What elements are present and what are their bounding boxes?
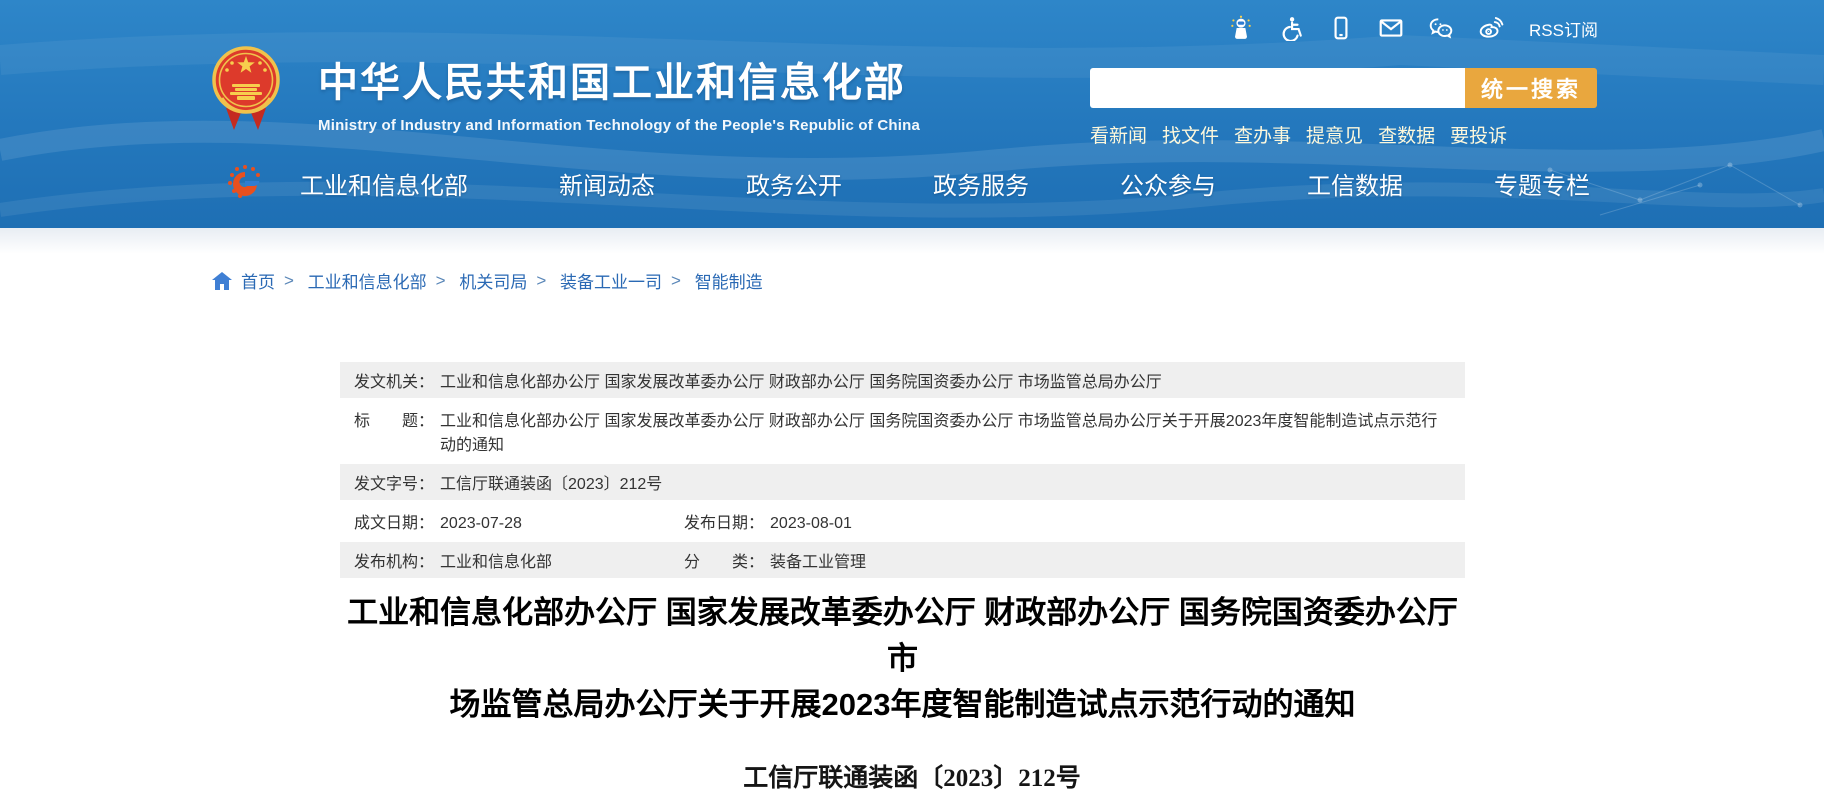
breadcrumb-separator: > bbox=[536, 271, 546, 291]
breadcrumb-separator: > bbox=[436, 271, 446, 291]
nav-item[interactable]: 政务服务 bbox=[933, 166, 1029, 201]
breadcrumb-separator: > bbox=[284, 271, 294, 291]
breadcrumb-item: 智能制造> bbox=[695, 268, 763, 293]
nav-item[interactable]: 公众参与 bbox=[1120, 166, 1216, 201]
meta-label: 发文机关： bbox=[354, 368, 434, 392]
nav-items: 工业和信息化部 新闻动态 政务公开 政务服务 公众参与 工信数据 专题专栏 bbox=[300, 166, 1590, 201]
nav-item[interactable]: 新闻动态 bbox=[559, 166, 655, 201]
article-title: 工业和信息化部办公厅 国家发展改革委办公厅 财政部办公厅 国务院国资委办公厅 市… bbox=[340, 590, 1465, 728]
home-icon[interactable] bbox=[212, 272, 232, 290]
document-number: 工信厅联通装函〔2023〕212号 bbox=[0, 758, 1824, 794]
doc-meta-cell: 成文日期： 2023-07-28 bbox=[354, 509, 684, 533]
doc-meta-row: 标 题：工业和信息化部办公厅 国家发展改革委办公厅 财政部办公厅 国务院国资委办… bbox=[340, 401, 1465, 461]
national-emblem bbox=[212, 46, 280, 132]
nav-item[interactable]: 政务公开 bbox=[746, 166, 842, 201]
breadcrumb-item: 装备工业一司 > bbox=[560, 268, 690, 293]
meta-value: 2023-07-28 bbox=[440, 515, 522, 533]
breadcrumb-link[interactable]: 机关司局 bbox=[459, 268, 527, 293]
doc-meta-cell: 标 题：工业和信息化部办公厅 国家发展改革委办公厅 财政部办公厅 国务院国资委办… bbox=[354, 407, 1451, 455]
breadcrumb-link[interactable]: 智能制造 bbox=[695, 268, 763, 293]
masthead: 中华人民共和国工业和信息化部 Ministry of Industry and … bbox=[318, 50, 920, 134]
search-bar: 统一搜索 bbox=[1090, 68, 1597, 108]
breadcrumb-items: 首页 > 工业和信息化部 > 机关司局 > 装备工业一司 > 智能制造> bbox=[241, 268, 763, 293]
meta-value: 工业和信息化部办公厅 国家发展改革委办公厅 财政部办公厅 国务院国资委办公厅 市… bbox=[440, 407, 1451, 455]
doc-meta-table: 发文机关：工业和信息化部办公厅 国家发展改革委办公厅 财政部办公厅 国务院国资委… bbox=[340, 362, 1465, 581]
nav-item[interactable]: 专题专栏 bbox=[1494, 166, 1590, 201]
meta-value: 工信厅联通装函〔2023〕212号 bbox=[440, 470, 662, 494]
doc-meta-cell: 发文字号：工信厅联通装函〔2023〕212号 bbox=[354, 470, 1451, 494]
mascot-icon[interactable] bbox=[1227, 14, 1255, 42]
meta-value: 2023-08-01 bbox=[770, 515, 852, 533]
doc-meta-cell: 发布日期： 2023-08-01 bbox=[684, 509, 1451, 533]
meta-label: 分 类： bbox=[684, 548, 764, 572]
quick-links: 看新闻 找文件 查办事 提意见 查数据 要投诉 bbox=[1090, 121, 1507, 148]
unified-search-button[interactable]: 统一搜索 bbox=[1465, 68, 1597, 108]
doc-meta-row: 成文日期： 2023-07-28 发布日期： 2023-08-01 bbox=[340, 503, 1465, 539]
mail-icon[interactable] bbox=[1377, 14, 1405, 42]
main-nav: 工业和信息化部 新闻动态 政务公开 政务服务 公众参与 工信数据 专题专栏 bbox=[0, 158, 1824, 210]
meta-label: 成文日期： bbox=[354, 509, 434, 533]
meta-value: 工业和信息化部办公厅 国家发展改革委办公厅 财政部办公厅 国务院国资委办公厅 市… bbox=[440, 368, 1162, 392]
page: RSS订阅 中华人民共和国工业和信息化部 Ministry of Indus bbox=[0, 0, 1824, 805]
article-title-line: 场监管总局办公厅关于开展2023年度智能制造试点示范行动的通知 bbox=[340, 682, 1465, 728]
wechat-icon[interactable] bbox=[1427, 14, 1455, 42]
breadcrumb-link[interactable]: 工业和信息化部 bbox=[308, 268, 427, 293]
doc-meta-row: 发文机关：工业和信息化部办公厅 国家发展改革委办公厅 财政部办公厅 国务院国资委… bbox=[340, 362, 1465, 398]
miit-e-logo-icon bbox=[222, 160, 268, 206]
topbar: RSS订阅 bbox=[1227, 14, 1598, 42]
article-title-line: 工业和信息化部办公厅 国家发展改革委办公厅 财政部办公厅 国务院国资委办公厅 市 bbox=[340, 590, 1465, 682]
doc-meta-row: 发文字号：工信厅联通装函〔2023〕212号 bbox=[340, 464, 1465, 500]
quick-link[interactable]: 提意见 bbox=[1306, 121, 1363, 148]
nav-item[interactable]: 工业和信息化部 bbox=[300, 166, 468, 201]
quick-link[interactable]: 要投诉 bbox=[1450, 121, 1507, 148]
quick-link[interactable]: 找文件 bbox=[1162, 121, 1219, 148]
meta-label: 标 题： bbox=[354, 407, 434, 431]
doc-meta-cell: 分 类：装备工业管理 bbox=[684, 548, 1451, 572]
breadcrumb-item: 机关司局 > bbox=[459, 268, 555, 293]
meta-label: 发布日期： bbox=[684, 509, 764, 533]
breadcrumb-link[interactable]: 首页 bbox=[241, 268, 275, 293]
breadcrumb: 首页 > 工业和信息化部 > 机关司局 > 装备工业一司 > 智能制造> bbox=[212, 268, 763, 293]
quick-link[interactable]: 看新闻 bbox=[1090, 121, 1147, 148]
meta-value: 装备工业管理 bbox=[770, 548, 866, 572]
nav-item[interactable]: 工信数据 bbox=[1307, 166, 1403, 201]
header-divider bbox=[0, 228, 1824, 254]
rss-subscribe-link[interactable]: RSS订阅 bbox=[1529, 16, 1598, 41]
breadcrumb-separator: > bbox=[671, 271, 681, 291]
accessibility-icon[interactable] bbox=[1277, 14, 1305, 42]
meta-label: 发文字号： bbox=[354, 470, 434, 494]
meta-value: 工业和信息化部 bbox=[440, 548, 552, 572]
breadcrumb-link[interactable]: 装备工业一司 bbox=[560, 268, 662, 293]
quick-link[interactable]: 查办事 bbox=[1234, 121, 1291, 148]
breadcrumb-item: 工业和信息化部 > bbox=[308, 268, 455, 293]
search-input[interactable] bbox=[1090, 68, 1465, 108]
breadcrumb-item: 首页 > bbox=[241, 268, 303, 293]
doc-meta-cell: 发文机关：工业和信息化部办公厅 国家发展改革委办公厅 财政部办公厅 国务院国资委… bbox=[354, 368, 1451, 392]
quick-link[interactable]: 查数据 bbox=[1378, 121, 1435, 148]
doc-meta-cell: 发布机构：工业和信息化部 bbox=[354, 548, 684, 572]
site-header: RSS订阅 中华人民共和国工业和信息化部 Ministry of Indus bbox=[0, 0, 1824, 228]
doc-meta-row: 发布机构：工业和信息化部分 类：装备工业管理 bbox=[340, 542, 1465, 578]
weibo-icon[interactable] bbox=[1477, 14, 1505, 42]
meta-label: 发布机构： bbox=[354, 548, 434, 572]
mobile-icon[interactable] bbox=[1327, 14, 1355, 42]
site-title: 中华人民共和国工业和信息化部 bbox=[318, 50, 920, 108]
site-subtitle: Ministry of Industry and Information Tec… bbox=[318, 117, 920, 134]
